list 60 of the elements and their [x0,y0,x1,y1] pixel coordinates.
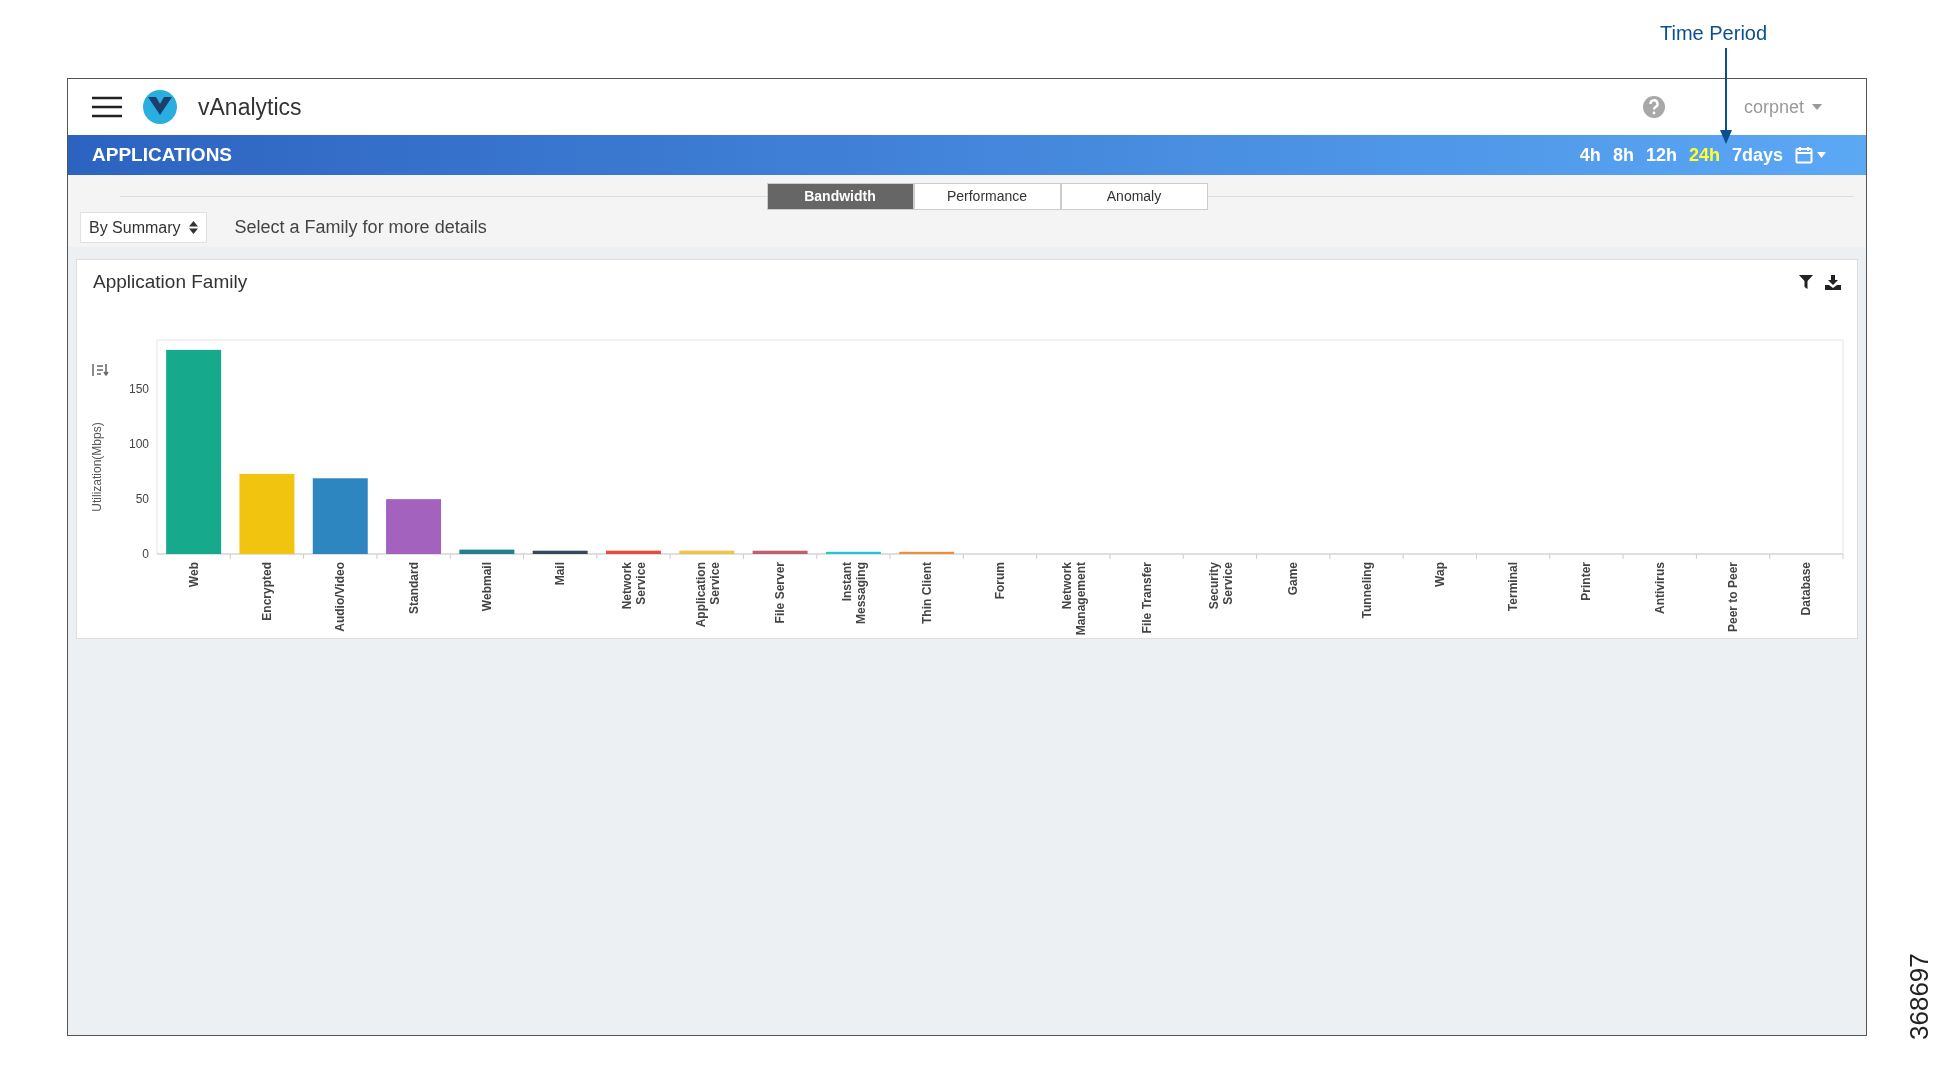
category-label: Instant Messaging [840,562,869,624]
time-range-option[interactable]: 12h [1645,141,1677,169]
app-name: vAnalytics [198,92,302,122]
category-label: File Server [773,562,788,624]
category-label: Webmail [479,562,494,612]
axis-title: Utilization(Mbps) [90,422,104,512]
bar[interactable] [532,550,588,554]
figure-number: 368697 [1903,953,1935,1040]
hint-text: Select a Family for more details [234,216,487,239]
tick-label: 50 [135,492,149,507]
tick-label: 150 [128,382,149,397]
category-label: Web [186,562,201,588]
category-label: Game [1286,562,1301,596]
bar[interactable] [752,550,808,554]
bar[interactable] [606,550,661,554]
caret-icon [1817,152,1826,158]
panel-title: Application Family [93,269,248,294]
time-range-option[interactable]: 7days [1731,141,1783,169]
time-range-option[interactable]: 4h [1579,141,1601,169]
category-label: File Transfer [1139,562,1154,634]
time-range-option[interactable]: 24h [1688,141,1720,169]
category-label: Standard [406,562,421,614]
category-label: Peer to Peer [1726,562,1741,633]
category-label: Printer [1579,562,1594,601]
category-label: Thin Client [919,562,934,624]
category-label: Network Service [620,562,649,610]
category-label: Network Management [1060,562,1089,636]
bar[interactable] [459,549,515,554]
bar[interactable] [166,349,222,554]
category-label: Tunneling [1359,562,1374,619]
category-label: Wap [1432,562,1447,587]
sort-arrows-icon [188,221,198,234]
logo-icon [142,89,178,125]
download-icon[interactable] [1825,274,1841,290]
calendar-icon [1795,146,1813,164]
category-label: Audio/Video [333,562,348,632]
category-label: Encrypted [259,562,274,621]
calendar-dropdown[interactable] [1795,146,1826,164]
category-label: Security Service [1206,562,1235,610]
section-title: APPLICATIONS [92,142,233,167]
time-range-option[interactable]: 8h [1612,141,1634,169]
view-tab[interactable]: Anomaly [1060,183,1208,210]
help-icon[interactable] [1641,95,1666,119]
category-label: Application Service [693,562,722,628]
tick-label: 0 [142,547,149,561]
user-menu[interactable]: corpnet [1743,93,1822,121]
category-label: Mail [553,562,568,586]
menu-icon[interactable] [92,96,122,118]
category-label: Forum [993,562,1007,600]
category-label: Terminal [1506,562,1521,612]
tick-label: 100 [128,437,149,452]
summary-select[interactable]: By Summary [80,212,207,243]
callout-label: Time Period [1660,21,1768,46]
category-label: Antivirus [1652,562,1667,614]
view-tab[interactable]: Bandwidth [766,183,914,210]
sort-icon[interactable] [92,363,109,377]
filter-icon[interactable] [1799,275,1813,289]
category-label: Database [1799,562,1814,616]
view-tab[interactable]: Performance [913,183,1061,210]
caret-icon [1812,104,1822,110]
